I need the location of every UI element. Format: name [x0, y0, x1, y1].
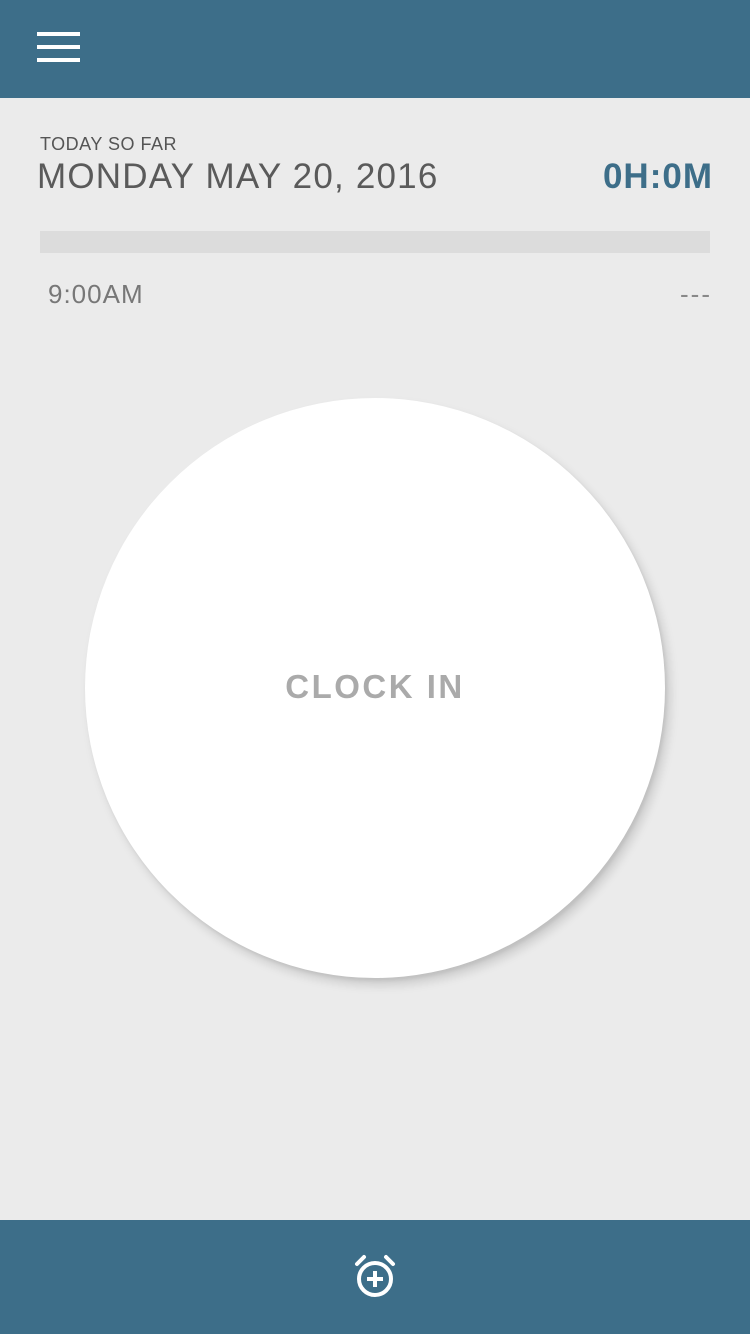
hamburger-menu-icon — [37, 32, 80, 62]
current-date: MONDAY MAY 20, 2016 — [37, 157, 439, 196]
day-progress-bar — [40, 231, 710, 253]
today-so-far-caption: TODAY SO FAR — [40, 134, 178, 154]
clock-in-label: CLOCK IN — [285, 668, 465, 705]
shift-end-time: --- — [680, 279, 712, 309]
add-alarm-button[interactable] — [350, 1252, 400, 1302]
clock-in-button[interactable]: CLOCK IN — [85, 398, 665, 978]
menu-button[interactable] — [30, 24, 88, 74]
bottom-bar — [0, 1220, 750, 1334]
app-screen: TODAY SO FAR MONDAY MAY 20, 2016 0H:0M 9… — [0, 0, 750, 1334]
shift-start-time: 9:00AM — [48, 279, 144, 309]
add-alarm-icon — [355, 1255, 395, 1297]
top-bar — [0, 0, 750, 98]
total-time-worked: 0H:0M — [602, 157, 713, 196]
